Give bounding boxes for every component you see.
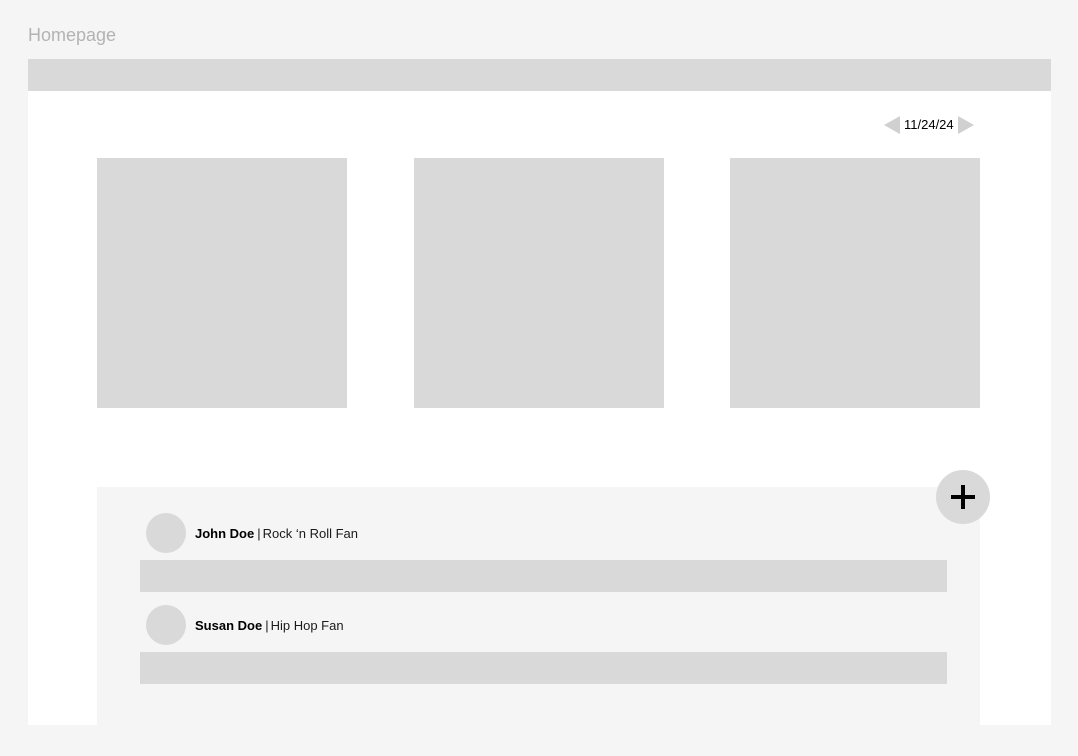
post-author-tag: Hip Hop Fan <box>270 617 344 633</box>
post-meta: John Doe | Rock ‘n Roll Fan <box>195 526 358 541</box>
plus-icon <box>950 484 976 510</box>
avatar[interactable] <box>146 513 186 553</box>
content-card[interactable] <box>730 158 980 408</box>
triangle-left-icon[interactable] <box>884 115 900 135</box>
post-separator: | <box>265 617 269 633</box>
content-card[interactable] <box>414 158 664 408</box>
frame-title: Homepage <box>28 25 117 45</box>
date-navigator: 11/24/24 <box>884 115 974 135</box>
post-author-name[interactable]: Susan Doe <box>195 618 262 633</box>
post-body[interactable] <box>140 560 947 592</box>
top-navigation-bar[interactable] <box>28 59 1051 91</box>
add-post-button[interactable] <box>936 470 990 524</box>
post-author-name[interactable]: John Doe <box>195 526 254 541</box>
current-date: 11/24/24 <box>904 117 954 132</box>
post-header: Susan Doe | Hip Hop Fan <box>146 605 344 645</box>
post-body[interactable] <box>140 652 947 684</box>
triangle-right-icon[interactable] <box>957 115 974 135</box>
post-author-tag: Rock ‘n Roll Fan <box>262 525 358 541</box>
post-header: John Doe | Rock ‘n Roll Fan <box>146 513 358 553</box>
post-meta: Susan Doe | Hip Hop Fan <box>195 618 344 633</box>
avatar[interactable] <box>146 605 186 645</box>
content-card[interactable] <box>97 158 347 408</box>
activity-feed: John Doe | Rock ‘n Roll Fan Susan Doe | Hip … <box>97 487 980 725</box>
post-separator: | <box>257 525 261 541</box>
homepage-frame: 11/24/24 John Doe | Rock ‘n Roll Fan Susan <box>28 59 1051 725</box>
